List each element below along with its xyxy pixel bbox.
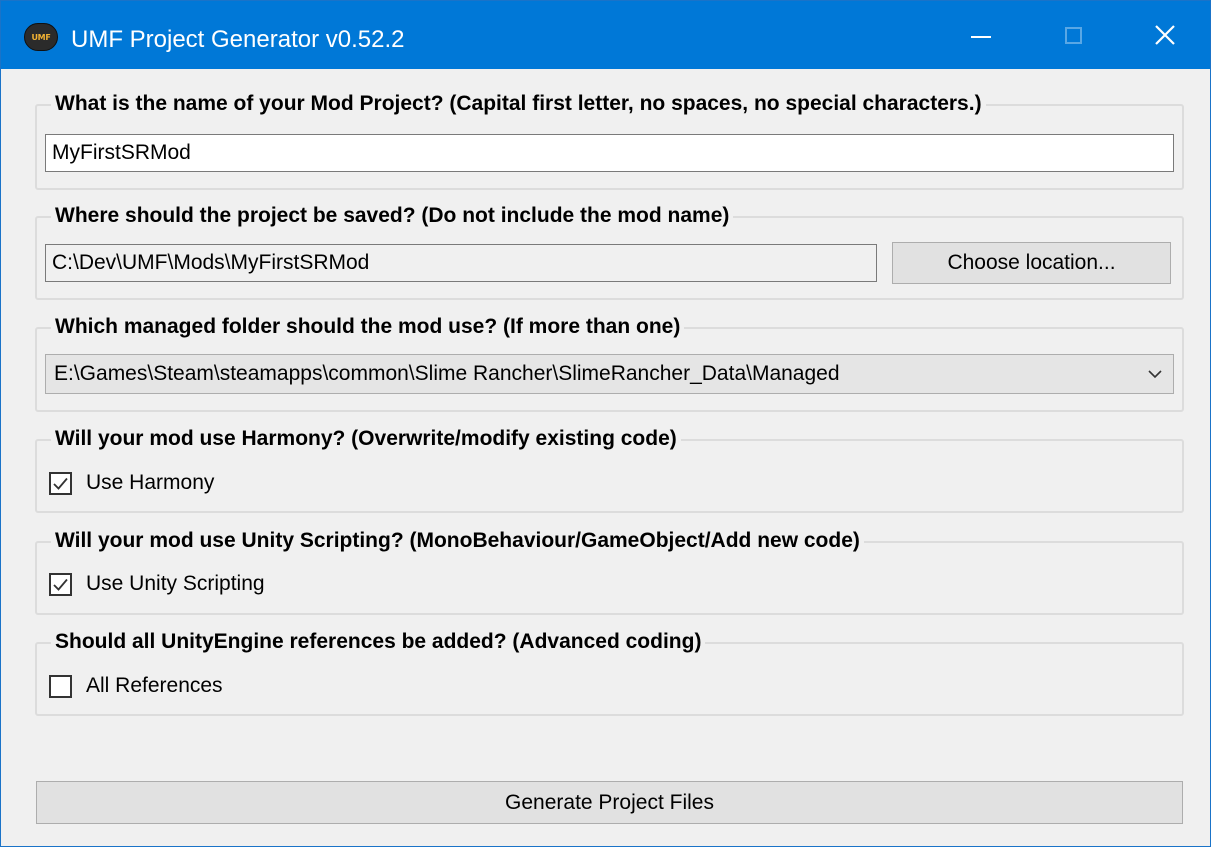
title-bar[interactable]: UMF UMF Project Generator v0.52.2 — [1, 1, 1210, 69]
unity-references-label: Should all UnityEngine references be add… — [51, 629, 706, 655]
unity-scripting-group: Will your mod use Unity Scripting? (Mono… — [35, 528, 1184, 615]
save-location-label: Where should the project be saved? (Do n… — [51, 203, 734, 229]
chevron-down-icon — [1148, 370, 1162, 379]
use-unity-scripting-option[interactable]: Use Unity Scripting — [49, 572, 265, 596]
all-references-label: All References — [86, 674, 223, 697]
app-logo-icon: UMF — [24, 23, 58, 51]
harmony-label: Will your mod use Harmony? (Overwrite/mo… — [51, 426, 681, 452]
unity-scripting-label: Will your mod use Unity Scripting? (Mono… — [51, 528, 864, 554]
checkmark-icon — [53, 477, 68, 490]
managed-folder-selected: E:\Games\Steam\steamapps\common\Slime Ra… — [54, 362, 840, 385]
use-unity-scripting-checkbox[interactable] — [49, 572, 72, 596]
all-references-checkbox[interactable] — [49, 674, 72, 698]
choose-location-button[interactable]: Choose location... — [892, 242, 1171, 284]
app-logo-text: UMF — [31, 32, 51, 42]
unity-references-group: Should all UnityEngine references be add… — [35, 629, 1184, 716]
managed-folder-group: Which managed folder should the mod use?… — [35, 314, 1184, 412]
all-references-option[interactable]: All References — [49, 674, 223, 698]
app-window: UMF UMF Project Generator v0.52.2 What i… — [0, 0, 1211, 847]
minimize-button[interactable] — [935, 1, 1027, 69]
managed-folder-label: Which managed folder should the mod use?… — [51, 314, 685, 340]
minimize-icon — [971, 36, 991, 38]
use-harmony-checkbox[interactable] — [49, 471, 72, 495]
managed-folder-dropdown[interactable]: E:\Games\Steam\steamapps\common\Slime Ra… — [45, 354, 1174, 394]
window-title: UMF Project Generator v0.52.2 — [71, 26, 405, 53]
use-harmony-label: Use Harmony — [86, 471, 215, 494]
use-harmony-option[interactable]: Use Harmony — [49, 471, 214, 495]
checkmark-icon — [53, 578, 68, 591]
maximize-icon — [1064, 26, 1082, 44]
project-name-label: What is the name of your Mod Project? (C… — [51, 91, 986, 117]
use-unity-scripting-label: Use Unity Scripting — [86, 572, 265, 595]
close-button[interactable] — [1119, 1, 1210, 69]
close-icon — [1155, 25, 1175, 45]
save-location-group: Where should the project be saved? (Do n… — [35, 203, 1184, 300]
save-location-input[interactable]: C:\Dev\UMF\Mods\MyFirstSRMod — [45, 244, 877, 282]
project-name-group: What is the name of your Mod Project? (C… — [35, 91, 1184, 190]
generate-project-files-button[interactable]: Generate Project Files — [36, 781, 1183, 824]
project-name-input[interactable]: MyFirstSRMod — [45, 134, 1174, 172]
maximize-button — [1027, 1, 1119, 69]
harmony-group: Will your mod use Harmony? (Overwrite/mo… — [35, 426, 1184, 513]
